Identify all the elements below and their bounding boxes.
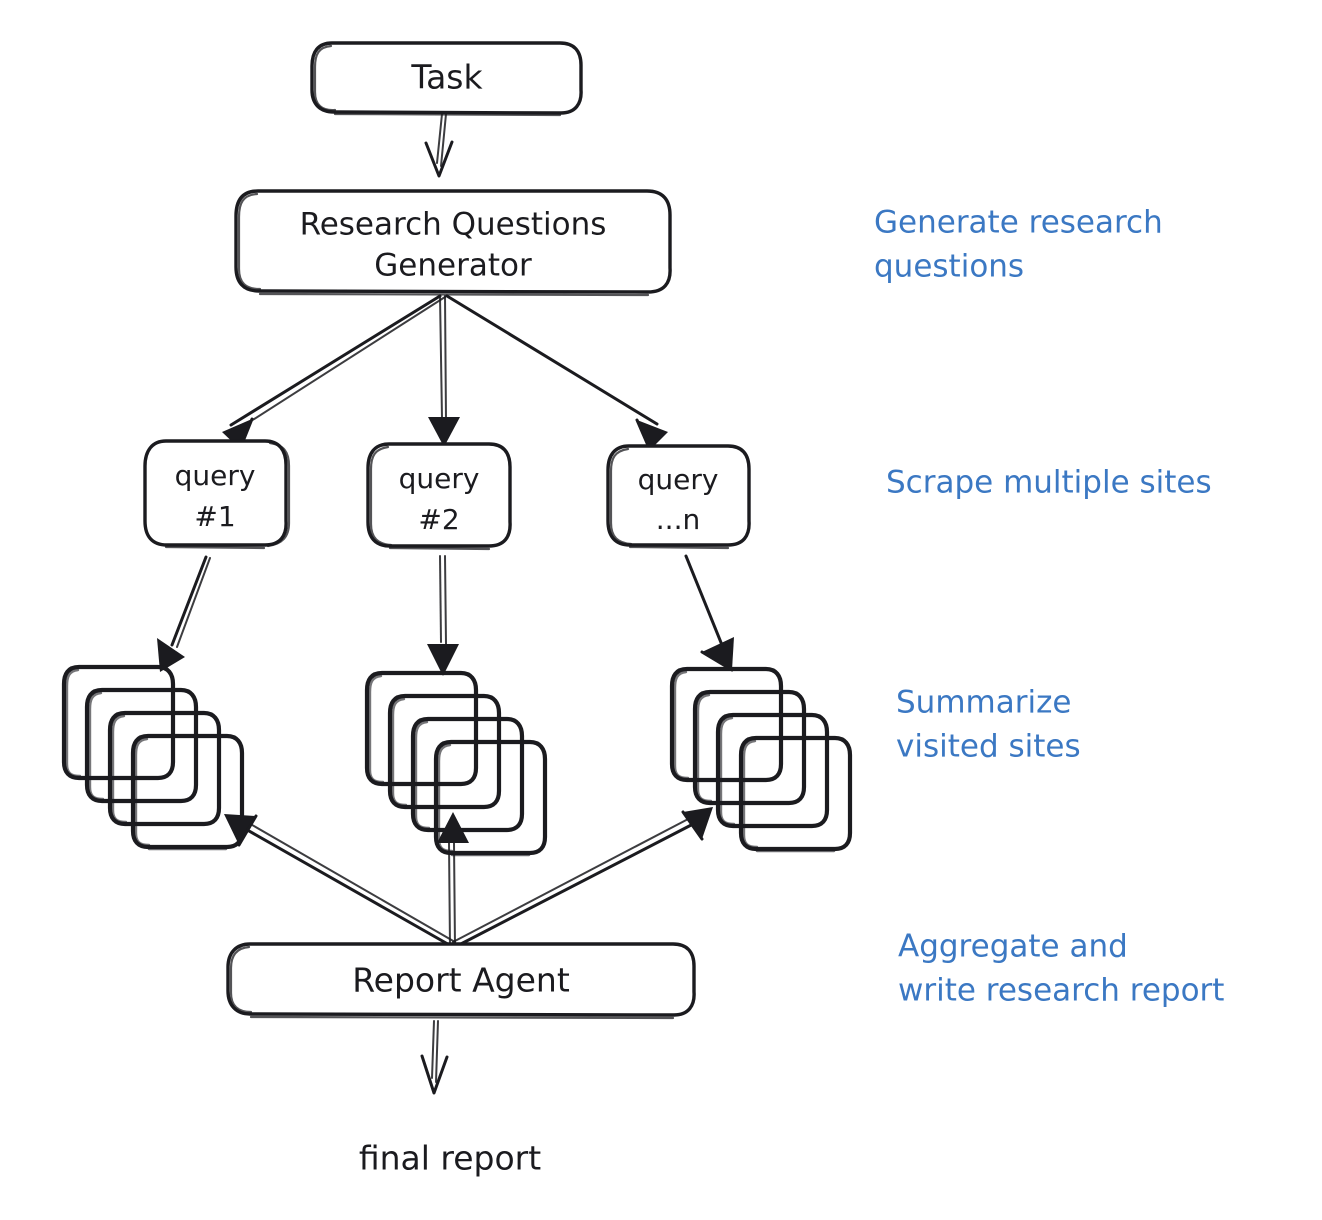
diagram-canvas: Task Research Questions Generator query … — [0, 0, 1322, 1220]
node-task-label: Task — [410, 58, 483, 97]
node-generator-label-line2: Generator — [374, 248, 532, 284]
node-query-n-label-line2: ...n — [656, 503, 700, 536]
edge-task-generator — [424, 113, 454, 178]
annotation-aggregate-line2: write research report — [898, 973, 1224, 1009]
annotation-summarize-line1: Summarize — [896, 685, 1071, 721]
annotation-aggregate-line1: Aggregate and — [898, 929, 1128, 965]
annotation-summarize: Summarize visited sites — [896, 685, 1081, 765]
node-query-n-label-line1: query — [638, 463, 719, 496]
edge-reportagent-docstack2 — [437, 812, 469, 948]
docstack-1[interactable] — [61, 664, 245, 851]
annotation-scrape-line1: Scrape multiple sites — [886, 465, 1212, 501]
annotation-summarize-line2: visited sites — [896, 729, 1081, 765]
node-final-report: final report — [359, 1139, 541, 1178]
node-query-1[interactable]: query #1 — [143, 439, 291, 550]
node-task[interactable]: Task — [310, 41, 583, 117]
edge-query2-docstack2 — [427, 555, 459, 676]
edge-generator-query1 — [222, 294, 446, 451]
node-query-1-label-line1: query — [175, 459, 256, 492]
annotation-generate-line2: questions — [874, 249, 1024, 285]
node-query-2[interactable]: query #2 — [366, 442, 512, 551]
node-query-2-label-line2: #2 — [418, 503, 459, 536]
node-query-n[interactable]: query ...n — [606, 444, 751, 550]
edge-query1-docstack1 — [157, 555, 211, 672]
edge-generator-query2 — [428, 295, 460, 447]
annotation-aggregate: Aggregate and write research report — [898, 929, 1224, 1009]
node-query-2-label-line1: query — [399, 462, 480, 495]
annotation-generate: Generate research questions — [874, 205, 1163, 285]
annotation-generate-line1: Generate research — [874, 205, 1163, 241]
edge-reportagent-docstack1 — [224, 814, 456, 949]
node-query-1-label-line2: #1 — [194, 500, 235, 533]
node-final-report-label: final report — [359, 1139, 541, 1178]
edge-reportagent-finalreport — [420, 1020, 449, 1095]
edge-generator-queryn — [445, 294, 668, 452]
node-report-agent-label: Report Agent — [352, 961, 570, 1000]
annotation-scrape: Scrape multiple sites — [886, 465, 1212, 501]
edge-queryn-docstack3 — [684, 554, 734, 672]
node-generator-label-line1: Research Questions — [300, 207, 607, 243]
node-research-questions-generator[interactable]: Research Questions Generator — [234, 189, 672, 297]
node-report-agent[interactable]: Report Agent — [226, 942, 696, 1020]
